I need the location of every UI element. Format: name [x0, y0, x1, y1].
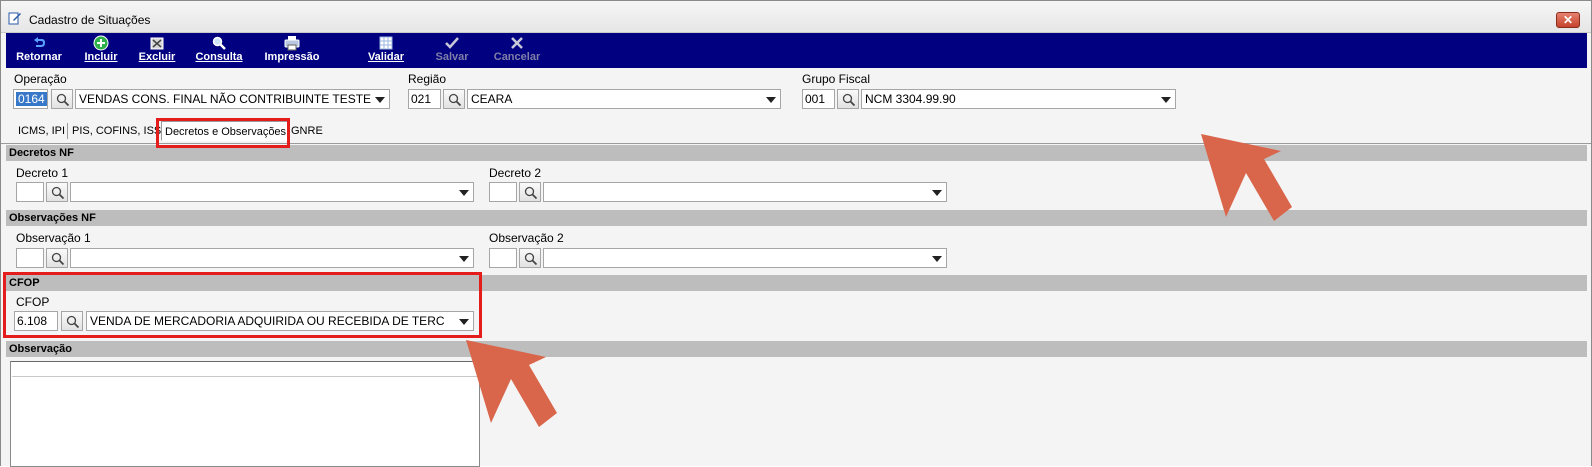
retornar-button[interactable]: Retornar — [11, 35, 67, 67]
grupo-fiscal-description: NCM 3304.99.90 — [865, 92, 956, 106]
operacao-label: Operação — [14, 72, 67, 86]
decreto1-code-field[interactable] — [16, 182, 44, 202]
annotation-arrow-icon — [466, 340, 557, 427]
regiao-label: Região — [408, 72, 447, 86]
cancelar-button[interactable]: Cancelar — [490, 35, 544, 67]
incluir-button[interactable]: Incluir — [81, 35, 121, 67]
title-bar: Cadastro de Situações ✕ — [1, 1, 1591, 33]
impressao-label: Impressão — [264, 51, 320, 63]
decreto2-label: Decreto 2 — [489, 166, 542, 180]
decreto2-search-button[interactable] — [519, 182, 541, 202]
tab-pis-cofins-iss[interactable]: PIS, COFINS, ISS — [69, 121, 164, 141]
search-icon — [524, 252, 538, 266]
grupo-fiscal-combo[interactable]: NCM 3304.99.90 — [861, 89, 1176, 109]
plus-circle-icon — [93, 35, 109, 51]
obs2-search-button[interactable] — [519, 248, 541, 268]
decreto2-code-field[interactable] — [489, 182, 517, 202]
operacao-description: VENDAS CONS. FINAL NÃO CONTRIBUINTE TEST… — [79, 92, 372, 106]
regiao-code-field[interactable]: 021 — [408, 89, 441, 109]
decreto2-combo[interactable] — [543, 182, 947, 202]
window-title: Cadastro de Situações — [29, 13, 151, 27]
checkmark-icon — [445, 37, 459, 49]
regiao-description: CEARA — [471, 92, 513, 106]
tab-pis-cofins-iss-label: PIS, COFINS, ISS — [72, 125, 162, 137]
salvar-label: Salvar — [435, 51, 469, 63]
cancelar-label: Cancelar — [493, 51, 541, 63]
obs1-label: Observação 1 — [16, 231, 91, 245]
observacao-section-header: Observação — [6, 341, 1587, 357]
validar-button[interactable]: Validar — [364, 35, 408, 67]
regiao-combo[interactable]: CEARA — [467, 89, 781, 109]
toolbar: Retornar Incluir Excluir Consulta Impres… — [6, 33, 1587, 68]
grupo-fiscal-code-value: 001 — [805, 92, 826, 106]
decreto1-search-button[interactable] — [46, 182, 68, 202]
chevron-down-icon — [1161, 97, 1171, 103]
tab-icms-ipi[interactable]: ICMS, IPI — [15, 121, 68, 141]
grupo-fiscal-code-field[interactable]: 001 — [802, 89, 835, 109]
obs1-search-button[interactable] — [46, 248, 68, 268]
decreto1-label: Decreto 1 — [16, 166, 69, 180]
tab-gnre-label: GNRE — [291, 125, 323, 137]
search-icon — [524, 186, 538, 200]
chevron-down-icon — [459, 190, 469, 196]
tab-highlight-box — [156, 118, 290, 148]
observacao-memo[interactable] — [10, 361, 480, 467]
close-button[interactable]: ✕ — [1556, 12, 1580, 28]
incluir-label: Incluir — [84, 51, 118, 63]
observacoes-section-header: Observações NF — [6, 210, 1587, 226]
retornar-label: Retornar — [16, 51, 62, 63]
regiao-search-button[interactable] — [443, 89, 465, 109]
consulta-button[interactable]: Consulta — [192, 35, 246, 67]
salvar-button[interactable]: Salvar — [430, 35, 474, 67]
grid-check-icon — [379, 36, 393, 50]
chevron-down-icon — [375, 97, 385, 103]
search-icon — [56, 93, 70, 107]
annotation-arrow-icon — [1201, 134, 1292, 221]
consulta-label: Consulta — [195, 51, 243, 63]
obs2-label: Observação 2 — [489, 231, 564, 245]
delete-icon — [150, 37, 164, 50]
search-icon — [448, 93, 462, 107]
search-icon — [842, 93, 856, 107]
excluir-label: Excluir — [138, 51, 176, 63]
operacao-search-button[interactable] — [51, 89, 73, 109]
tab-gnre[interactable]: GNRE — [288, 121, 326, 141]
return-arrow-icon — [34, 37, 45, 47]
search-icon — [51, 252, 65, 266]
obs1-combo[interactable] — [70, 248, 474, 268]
main-window: Cadastro de Situações ✕ Retornar Incluir… — [0, 0, 1592, 467]
obs1-code-field[interactable] — [16, 248, 44, 268]
regiao-code-value: 021 — [411, 92, 432, 106]
excluir-button[interactable]: Excluir — [136, 35, 178, 67]
grupo-fiscal-search-button[interactable] — [837, 89, 859, 109]
operacao-combo[interactable]: VENDAS CONS. FINAL NÃO CONTRIBUINTE TEST… — [75, 89, 390, 109]
decreto1-combo[interactable] — [70, 182, 474, 202]
operacao-code-field[interactable]: 0164 — [13, 89, 48, 109]
chevron-down-icon — [459, 256, 469, 262]
search-icon — [51, 186, 65, 200]
chevron-down-icon — [932, 190, 942, 196]
magnifier-icon — [212, 36, 226, 50]
validar-label: Validar — [367, 51, 405, 63]
grupo-fiscal-label: Grupo Fiscal — [802, 72, 871, 86]
impressao-button[interactable]: Impressão — [260, 35, 324, 67]
chevron-down-icon — [932, 256, 942, 262]
x-icon — [511, 37, 523, 49]
obs2-combo[interactable] — [543, 248, 947, 268]
chevron-down-icon — [766, 97, 776, 103]
cfop-highlight-box — [3, 272, 482, 338]
edit-document-icon — [8, 12, 21, 25]
printer-icon — [284, 36, 300, 51]
obs2-code-field[interactable] — [489, 248, 517, 268]
operacao-code-value: 0164 — [16, 92, 47, 106]
observacao-memo-body — [12, 376, 479, 466]
tab-icms-ipi-label: ICMS, IPI — [18, 125, 66, 137]
tab-divider — [67, 123, 68, 139]
